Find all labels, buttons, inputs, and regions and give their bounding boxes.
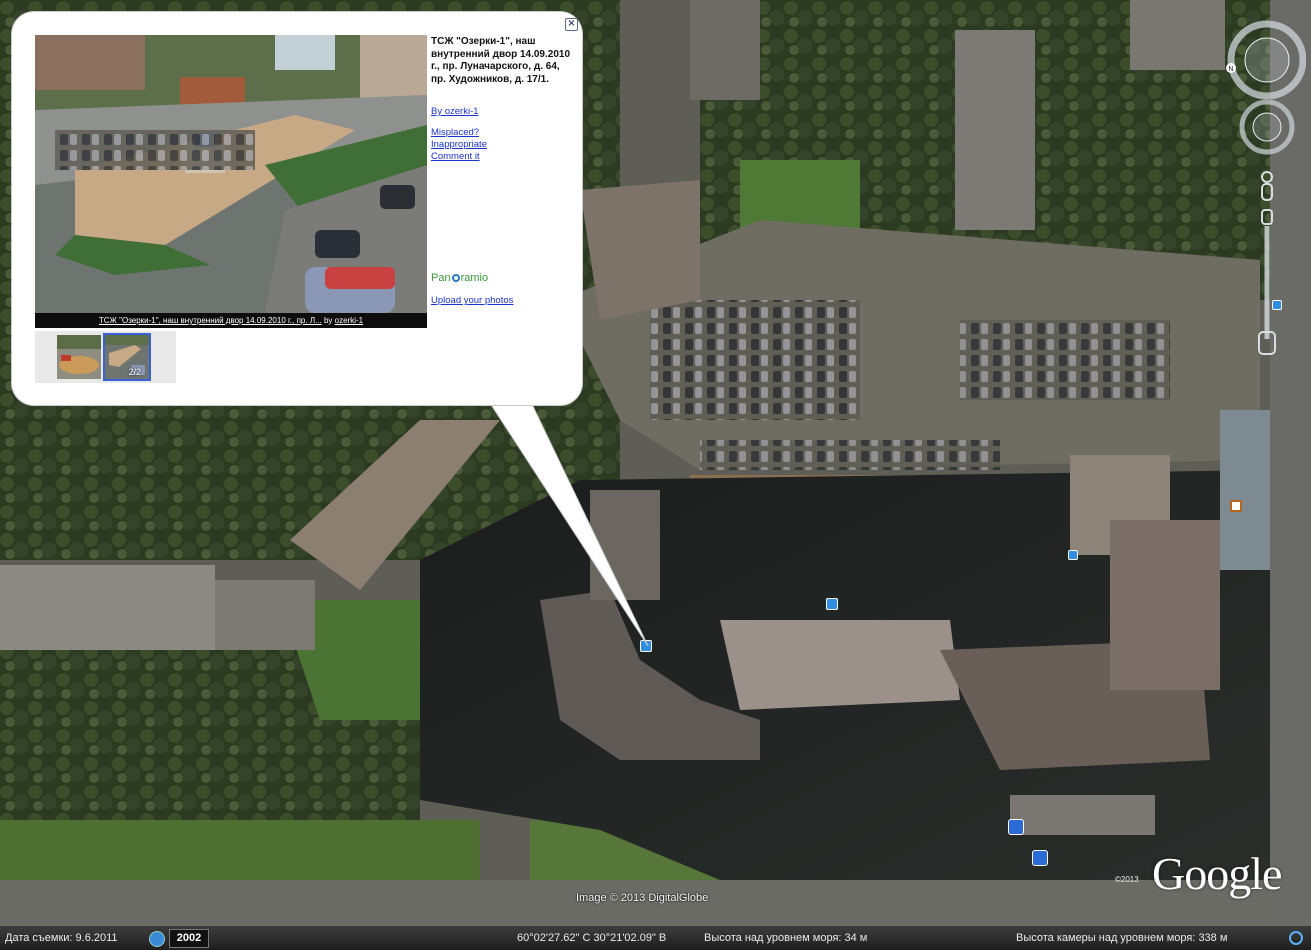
panoramio-logo[interactable]: Pan ramio (431, 272, 488, 284)
photo-caption-link[interactable]: ТСЖ "Озерки-1", наш внутренний двор 14.0… (99, 316, 322, 325)
author-link[interactable]: By ozerki-1 (431, 106, 479, 117)
comment-link[interactable]: Comment it (431, 151, 480, 162)
navigation-controls[interactable]: N (1226, 14, 1306, 364)
misplaced-link[interactable]: Misplaced? (431, 127, 479, 138)
photo-caption: ТСЖ "Озерки-1", наш внутренний двор 14.0… (35, 313, 427, 328)
panoramio-o-icon (451, 274, 460, 282)
close-button[interactable]: × (565, 18, 578, 31)
thumbnail-1[interactable] (57, 335, 101, 379)
caption-author-link[interactable]: ozerki-1 (335, 316, 363, 325)
photo-title: ТСЖ "Озерки-1", наш внутренний двор 14.0… (431, 36, 570, 85)
eye-altitude-readout: Высота камеры над уровнем моря: 338 м (1016, 932, 1228, 944)
zoom-in-icon (1261, 209, 1273, 225)
elevation-readout: Высота над уровнем моря: 34 м (704, 932, 868, 944)
status-bar: Дата съемки: 9.6.2011 2002 60°02'27.62" … (0, 926, 1311, 950)
bus-stop-icon[interactable] (1032, 850, 1048, 866)
photo-marker[interactable] (1068, 550, 1078, 560)
image-credit: Image © 2013 DigitalGlobe (576, 892, 709, 904)
thumbnail-counter: 2/2 (128, 367, 141, 377)
bus-stop-icon[interactable] (1008, 819, 1024, 835)
photo-marker[interactable] (826, 598, 838, 610)
inappropriate-link[interactable]: Inappropriate (431, 139, 487, 150)
historical-year-button[interactable]: 2002 (169, 929, 209, 948)
svg-text:N: N (1228, 65, 1233, 73)
photo-image (35, 35, 427, 313)
thumbnail-strip: 2/2 (35, 331, 176, 383)
streetview-pegman-icon (1261, 171, 1273, 183)
logo-copyright: ©2013 (1115, 875, 1139, 884)
imagery-date: Дата съемки: 9.6.2011 (5, 932, 118, 944)
caption-by: by (323, 316, 333, 325)
google-logo: Google (1152, 848, 1282, 899)
coordinates-readout: 60°02'27.62" С 30°21'02.09" В (517, 932, 667, 944)
upload-photos-link[interactable]: Upload your photos (431, 295, 513, 306)
panoramio-photo[interactable] (35, 35, 427, 313)
streaming-status-icon (1289, 931, 1303, 945)
place-marker[interactable] (1230, 500, 1242, 512)
historical-imagery-icon[interactable] (149, 931, 165, 947)
thumbnail-2[interactable]: 2/2 (103, 333, 151, 381)
